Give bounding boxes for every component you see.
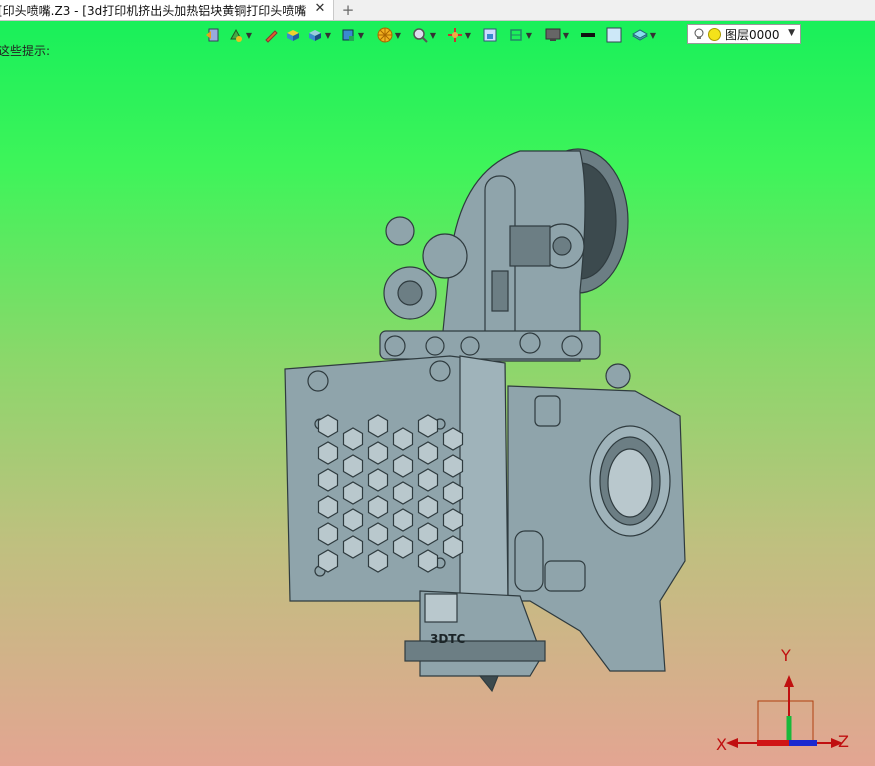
- vent-hex: [417, 522, 439, 546]
- vent-hex: [417, 414, 439, 438]
- vent-hex: [342, 481, 364, 505]
- vent-hex: [317, 414, 339, 438]
- shading-button[interactable]: ▼: [228, 25, 253, 45]
- vent-hex: [417, 495, 439, 519]
- vent-hex: [392, 427, 414, 451]
- new-tab-button[interactable]: +: [341, 0, 355, 20]
- hint-text: 这些提示:: [0, 44, 51, 58]
- vent-hex: [342, 454, 364, 478]
- vent-hex: [367, 495, 389, 519]
- vent-hex: [342, 508, 364, 532]
- vent-hex: [442, 508, 464, 532]
- vent-hex: [392, 535, 414, 559]
- line-weight-button[interactable]: [580, 25, 596, 45]
- zoom-button[interactable]: ▼: [412, 25, 437, 45]
- lightbulb-icon: [694, 28, 704, 39]
- frame-icon: [483, 28, 497, 42]
- vent-hex: [442, 481, 464, 505]
- vent-hex: [392, 454, 414, 478]
- display-button[interactable]: ▼: [545, 25, 570, 45]
- extruder-model[interactable]: 3DTC: [280, 131, 700, 711]
- chevron-down-icon: ▼: [788, 28, 795, 38]
- view-cube-icon: [342, 29, 354, 41]
- render-wheel-button[interactable]: ▼: [377, 25, 402, 45]
- vent-hex: [417, 441, 439, 465]
- vent-hex: [317, 441, 339, 465]
- frame-button[interactable]: [482, 25, 498, 45]
- vent-hex: [442, 535, 464, 559]
- vent-hex: [317, 549, 339, 573]
- axis-z-label: Z: [838, 732, 849, 751]
- vent-hex: [367, 468, 389, 492]
- display-icon: [545, 28, 561, 41]
- vent-hex: [317, 468, 339, 492]
- cube-yellow-button[interactable]: [285, 25, 301, 45]
- view-toolbar: ▼ ▼ ▼ ▼ ▼ ▼ ▼ ▼ ▼: [204, 24, 657, 46]
- axis-x-label: X: [716, 735, 727, 754]
- vent-hex: [442, 454, 464, 478]
- layer-color-dot: [708, 27, 721, 41]
- layer-label: 图层0000: [725, 27, 780, 42]
- color-swatch-button[interactable]: [606, 25, 622, 45]
- vent-hex: [317, 495, 339, 519]
- render-wheel-icon: [377, 27, 393, 43]
- axis-triad: [726, 675, 843, 748]
- section-icon: [510, 29, 522, 41]
- axis-y-label: Y: [781, 646, 791, 665]
- back-arrow-button[interactable]: [204, 25, 220, 45]
- section-button[interactable]: ▼: [508, 25, 533, 45]
- pen-button[interactable]: [263, 25, 279, 45]
- document-tab[interactable]: [印头喷嘴.Z3 - [3d打印机挤出头加热铝块黄铜打印头喷嘴] ✕: [0, 0, 334, 20]
- view-cube-button[interactable]: ▼: [340, 25, 365, 45]
- shading-icon: [230, 28, 242, 42]
- model-label: 3DTC: [430, 632, 465, 646]
- vent-hex: [317, 522, 339, 546]
- vent-hex: [342, 427, 364, 451]
- vent-hex: [367, 441, 389, 465]
- pan-icon: [448, 28, 462, 42]
- vent-hex: [367, 549, 389, 573]
- vent-hex: [392, 481, 414, 505]
- tab-bar: [印头喷嘴.Z3 - [3d打印机挤出头加热铝块黄铜打印头喷嘴] ✕ +: [0, 0, 875, 21]
- cube-blue-icon: [309, 30, 321, 41]
- vent-hex: [367, 414, 389, 438]
- line-weight-icon: [581, 33, 595, 37]
- cube-blue-button[interactable]: ▼: [307, 25, 332, 45]
- vent-hex: [342, 535, 364, 559]
- layer-stack-icon: [632, 29, 648, 41]
- close-tab-button[interactable]: ✕: [313, 2, 327, 16]
- vent-hex: [442, 427, 464, 451]
- pen-icon: [265, 30, 278, 43]
- cube-yellow-icon: [287, 30, 299, 41]
- vent-hex: [417, 549, 439, 573]
- vent-hex: [417, 468, 439, 492]
- back-arrow-icon: [206, 28, 219, 42]
- layer-dropdown[interactable]: 图层0000 ▼: [687, 24, 801, 44]
- 3d-viewport[interactable]: 这些提示: 3DTC Y X Z: [0, 21, 875, 766]
- pan-button[interactable]: ▼: [447, 25, 472, 45]
- vent-hex: [367, 522, 389, 546]
- zoom-icon: [413, 28, 428, 43]
- tab-title: [印头喷嘴.Z3 - [3d打印机挤出头加热铝块黄铜打印头喷嘴]: [0, 3, 306, 18]
- vent-hex: [392, 508, 414, 532]
- color-swatch-icon: [606, 27, 622, 43]
- layer-stack-button[interactable]: ▼: [632, 25, 657, 45]
